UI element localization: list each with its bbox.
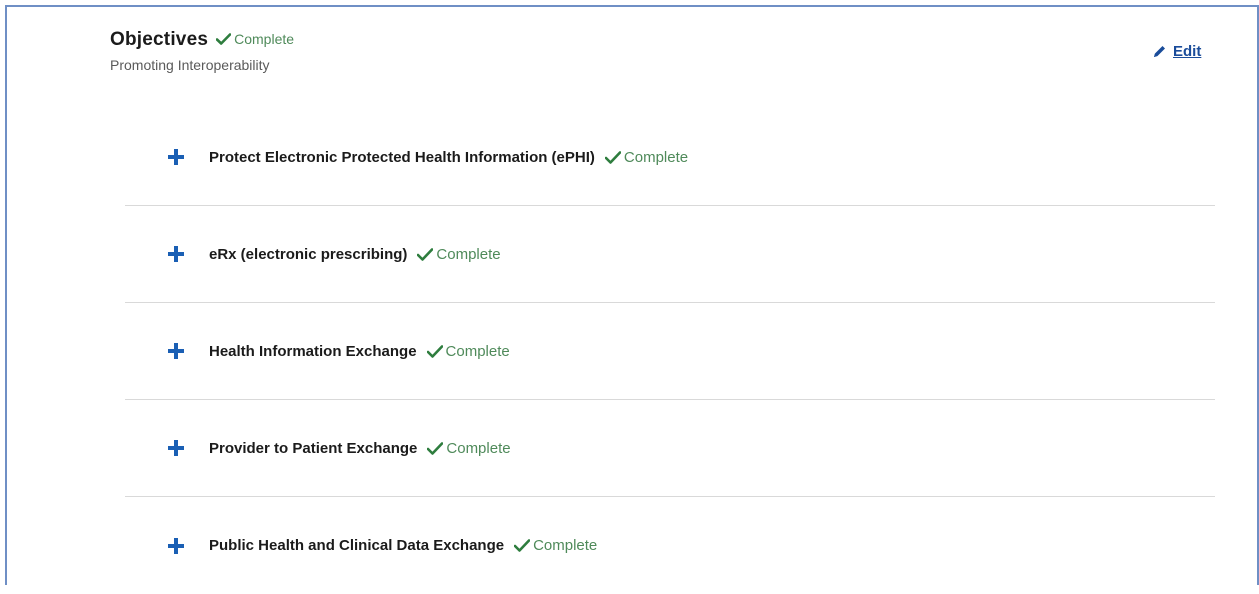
title-row: Objectives Complete <box>110 29 294 51</box>
section-status-label: Complete <box>234 31 295 47</box>
objective-label: Health Information Exchange <box>209 342 417 360</box>
edit-link[interactable]: Edit <box>1152 43 1201 60</box>
section-subtitle: Promoting Interoperability <box>110 57 270 73</box>
objective-item-provider-to-patient[interactable]: Provider to Patient Exchange Complete <box>125 400 1215 497</box>
objective-status: Complete <box>604 148 689 166</box>
plus-icon[interactable] <box>168 149 184 165</box>
objectives-list: Protect Electronic Protected Health Info… <box>125 109 1215 594</box>
objectives-panel: Objectives Complete Promoting Interopera… <box>5 5 1259 585</box>
check-icon <box>604 150 621 164</box>
objective-item-public-health[interactable]: Public Health and Clinical Data Exchange… <box>125 497 1215 594</box>
objective-label: Protect Electronic Protected Health Info… <box>209 148 595 166</box>
plus-icon[interactable] <box>168 537 184 554</box>
pencil-icon <box>1152 44 1167 59</box>
check-icon <box>427 441 444 455</box>
edit-link-label: Edit <box>1173 43 1202 60</box>
plus-icon[interactable] <box>168 246 184 262</box>
objective-status: Complete <box>426 342 510 360</box>
check-icon <box>417 247 434 261</box>
objective-status: Complete <box>427 439 511 457</box>
objective-item-erx[interactable]: eRx (electronic prescribing) Complete <box>125 206 1215 303</box>
objective-status: Complete <box>417 245 501 263</box>
objective-status-label: Complete <box>445 342 510 360</box>
objective-item-hie[interactable]: Health Information Exchange Complete <box>125 303 1215 400</box>
objective-item-ephi[interactable]: Protect Electronic Protected Health Info… <box>125 109 1215 206</box>
objective-label: Provider to Patient Exchange <box>209 439 418 457</box>
objective-status-label: Complete <box>436 245 501 263</box>
section-header: Objectives Complete Promoting Interopera… <box>110 29 294 73</box>
check-icon <box>426 344 443 358</box>
objective-status: Complete <box>514 537 597 554</box>
plus-icon[interactable] <box>168 343 184 359</box>
check-icon <box>514 539 531 552</box>
objective-label: Public Health and Clinical Data Exchange <box>209 537 505 554</box>
objective-status-label: Complete <box>446 439 511 457</box>
check-icon <box>216 33 232 45</box>
objective-label: eRx (electronic prescribing) <box>209 245 408 263</box>
section-title: Objectives <box>110 29 209 50</box>
plus-icon[interactable] <box>168 440 184 456</box>
objective-status-label: Complete <box>533 537 598 554</box>
section-status: Complete <box>216 31 294 47</box>
objective-status-label: Complete <box>623 148 689 166</box>
